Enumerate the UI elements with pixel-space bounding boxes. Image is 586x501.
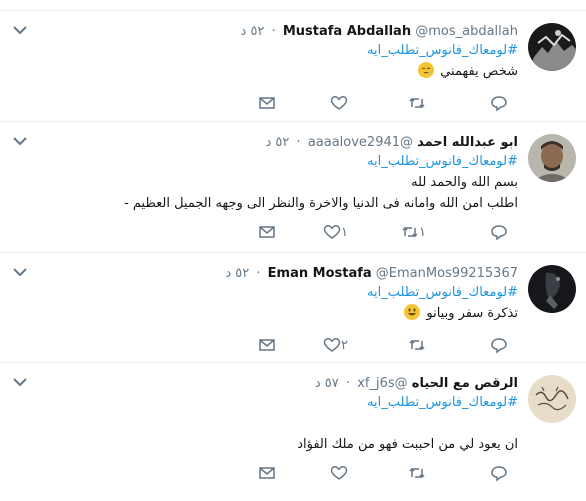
heart-icon bbox=[323, 225, 341, 239]
feed-top-edge bbox=[0, 0, 586, 11]
tweet-header: Mustafa Abdallah @mos_abdallah · ٥٢ د bbox=[16, 23, 518, 41]
separator-dot: · bbox=[271, 24, 276, 39]
retweet-button[interactable] bbox=[408, 463, 432, 483]
separator-dot: · bbox=[296, 135, 301, 150]
retweet-icon bbox=[409, 339, 425, 351]
timeline-feed: Mustafa Abdallah @mos_abdallah · ٥٢ د #ل… bbox=[0, 0, 586, 501]
tweet-content: Mustafa Abdallah @mos_abdallah · ٥٢ د #ل… bbox=[16, 23, 518, 82]
reply-button[interactable] bbox=[490, 93, 514, 113]
tweet-time[interactable]: ٥٢ د bbox=[241, 24, 265, 39]
user-handle[interactable]: @aaaalove2941 bbox=[308, 135, 413, 150]
tweet-actions bbox=[16, 463, 518, 483]
reply-icon bbox=[491, 225, 507, 241]
retweet-button[interactable] bbox=[408, 335, 432, 355]
smiling-face-emoji bbox=[404, 304, 421, 320]
tweet-actions: ٢ bbox=[16, 335, 518, 355]
tweet-actions: ١ ١ bbox=[16, 222, 518, 242]
tweet-time[interactable]: ٥٧ د bbox=[315, 376, 339, 391]
chevron-down-icon[interactable] bbox=[12, 134, 28, 148]
reply-icon bbox=[491, 96, 507, 112]
tweet[interactable]: ابو عبدالله احمد @aaaalove2941 · ٥٢ د #ل… bbox=[0, 122, 586, 253]
tweet-header: الرقص مع الحياه @xf_j6s · ٥٧ د bbox=[16, 375, 518, 393]
tweet-header: Eman Mostafa @EmanMos99215367 · ٥٢ د bbox=[16, 265, 518, 283]
reply-icon bbox=[491, 338, 507, 354]
separator-dot: · bbox=[345, 376, 351, 391]
like-count: ٢ bbox=[341, 337, 348, 353]
tweet-text-line: اطلب امن الله وامانه فى الدنيا والاخرة و… bbox=[124, 196, 518, 211]
retweet-count: ١ bbox=[419, 224, 426, 240]
tweet-text: شخص يفهمني bbox=[16, 61, 518, 82]
tweet-actions bbox=[16, 93, 518, 113]
tweet-content: الرقص مع الحياه @xf_j6s · ٥٧ د #لومعاك_ف… bbox=[16, 375, 518, 455]
tweet-text-line: شخص يفهمني bbox=[440, 64, 518, 79]
hashtag-link[interactable]: #لومعاك_فانوس_تطلب_ايه bbox=[16, 41, 518, 61]
chevron-down-icon[interactable] bbox=[12, 23, 28, 37]
envelope-icon bbox=[259, 339, 275, 351]
reply-icon bbox=[491, 466, 507, 482]
heart-icon bbox=[323, 338, 341, 352]
sleepy-face-emoji bbox=[418, 62, 435, 78]
retweet-icon bbox=[402, 226, 418, 238]
heart-icon bbox=[330, 466, 348, 480]
chevron-down-icon[interactable] bbox=[12, 265, 28, 279]
tweet-text-line: تذكرة سفر وبيانو bbox=[426, 306, 518, 321]
hashtag-link[interactable]: #لومعاك_فانوس_تطلب_ايه bbox=[16, 393, 518, 413]
like-button[interactable]: ٢ bbox=[323, 335, 354, 355]
user-handle[interactable]: @mos_abdallah bbox=[415, 24, 518, 39]
avatar[interactable] bbox=[528, 265, 576, 313]
reply-button[interactable] bbox=[490, 222, 514, 242]
dm-button[interactable] bbox=[258, 93, 276, 113]
retweet-button[interactable]: ١ bbox=[401, 222, 432, 242]
dm-button[interactable] bbox=[258, 222, 276, 242]
user-handle[interactable]: @xf_j6s bbox=[357, 376, 407, 391]
user-name[interactable]: Mustafa Abdallah bbox=[283, 24, 411, 39]
like-count: ١ bbox=[341, 224, 348, 240]
user-name[interactable]: ابو عبدالله احمد bbox=[417, 135, 518, 150]
envelope-icon bbox=[259, 467, 275, 479]
hashtag-link[interactable]: #لومعاك_فانوس_تطلب_ايه bbox=[16, 283, 518, 303]
tweet[interactable]: الرقص مع الحياه @xf_j6s · ٥٧ د #لومعاك_ف… bbox=[0, 363, 586, 501]
envelope-icon bbox=[259, 226, 275, 238]
tweet-content: Eman Mostafa @EmanMos99215367 · ٥٢ د #لو… bbox=[16, 265, 518, 324]
like-button[interactable]: ١ bbox=[323, 222, 354, 242]
heart-icon bbox=[330, 96, 348, 110]
retweet-icon bbox=[409, 97, 425, 109]
dm-button[interactable] bbox=[258, 335, 276, 355]
avatar[interactable] bbox=[528, 23, 576, 71]
tweet-header: ابو عبدالله احمد @aaaalove2941 · ٥٢ د bbox=[16, 134, 519, 152]
like-button[interactable] bbox=[330, 93, 354, 113]
tweet-text: تذكرة سفر وبيانو bbox=[16, 303, 518, 324]
avatar[interactable] bbox=[528, 134, 576, 182]
separator-dot: · bbox=[256, 266, 261, 281]
like-button[interactable] bbox=[330, 463, 354, 483]
retweet-icon bbox=[409, 467, 425, 479]
avatar[interactable] bbox=[528, 375, 576, 423]
tweet-content: ابو عبدالله احمد @aaaalove2941 · ٥٢ د #ل… bbox=[16, 134, 518, 214]
reply-button[interactable] bbox=[490, 463, 514, 483]
user-name[interactable]: Eman Mostafa bbox=[268, 266, 372, 281]
tweet-time[interactable]: ٥٢ د bbox=[266, 135, 290, 150]
envelope-icon bbox=[259, 97, 275, 109]
user-handle[interactable]: @EmanMos99215367 bbox=[376, 266, 518, 281]
tweet-text-line: ان يعود لي من احببت فهو من ملك الفؤاد bbox=[297, 437, 518, 452]
tweet-text-line: بسم الله والحمد لله bbox=[411, 175, 518, 190]
tweet-time[interactable]: ٥٢ د bbox=[225, 266, 249, 281]
chevron-down-icon[interactable] bbox=[12, 375, 28, 389]
tweet[interactable]: Mustafa Abdallah @mos_abdallah · ٥٢ د #ل… bbox=[0, 11, 586, 122]
hashtag-link[interactable]: #لومعاك_فانوس_تطلب_ايه bbox=[16, 152, 518, 172]
dm-button[interactable] bbox=[258, 463, 276, 483]
user-name[interactable]: الرقص مع الحياه bbox=[412, 376, 518, 391]
reply-button[interactable] bbox=[490, 335, 514, 355]
tweet[interactable]: Eman Mostafa @EmanMos99215367 · ٥٢ د #لو… bbox=[0, 253, 586, 363]
retweet-button[interactable] bbox=[408, 93, 432, 113]
